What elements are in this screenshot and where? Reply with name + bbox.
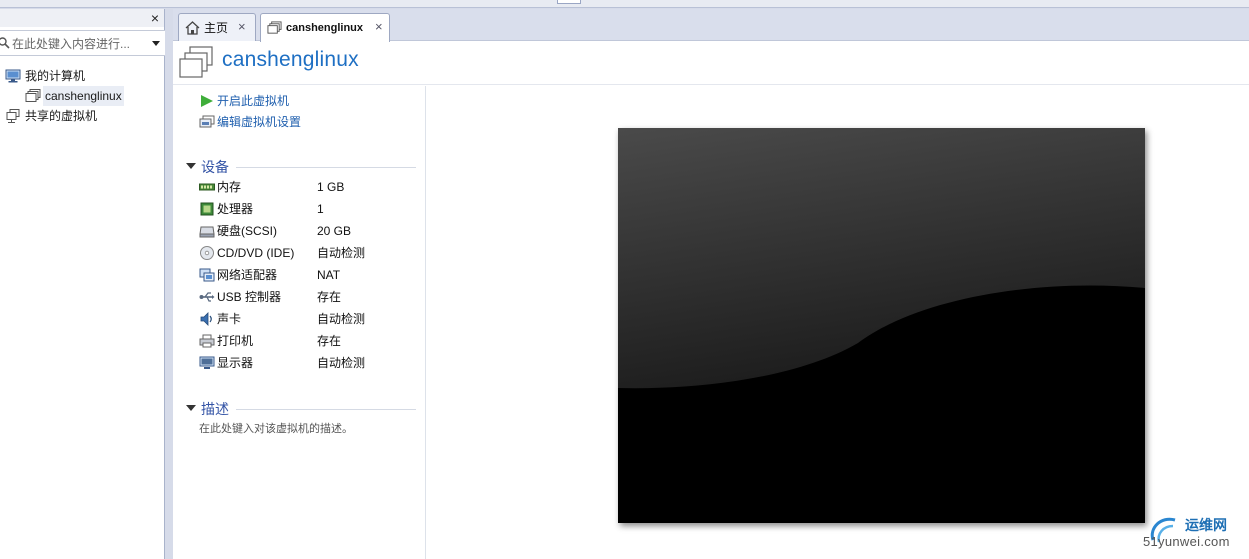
- description-placeholder[interactable]: 在此处键入对该虚拟机的描述。: [199, 420, 353, 436]
- vm-icon: [179, 46, 213, 78]
- device-name: 硬盘(SCSI): [217, 224, 278, 238]
- section-divider: [236, 167, 416, 168]
- vm-screen-preview[interactable]: [618, 128, 1145, 523]
- tab-label: canshenglinux: [286, 22, 364, 34]
- vm-icon: [267, 21, 282, 34]
- computer-icon: [5, 69, 21, 83]
- device-name: 显示器: [217, 356, 254, 370]
- device-name: USB 控制器: [217, 290, 282, 304]
- device-row-sound-card[interactable]: 声卡 自动检测: [199, 309, 419, 329]
- device-value: 1: [317, 202, 324, 216]
- device-row-usb-controller[interactable]: USB 控制器 存在: [199, 287, 419, 307]
- devices-section-header[interactable]: 设备: [184, 156, 416, 176]
- device-value: 1 GB: [317, 180, 345, 194]
- printer-icon: [199, 334, 215, 348]
- device-row-processor[interactable]: 处理器 1: [199, 199, 419, 219]
- tab-close-button[interactable]: ×: [375, 19, 383, 35]
- tab-close-button[interactable]: ×: [238, 19, 246, 35]
- tree-item-label: 共享的虚拟机: [25, 109, 98, 123]
- device-row-printer[interactable]: 打印机 存在: [199, 331, 419, 351]
- action-label: 开启此虚拟机: [217, 94, 290, 108]
- device-value: 自动检测: [317, 356, 366, 370]
- tree-item-my-computer[interactable]: 我的计算机: [0, 66, 165, 86]
- section-divider: [236, 409, 416, 410]
- library-search-box[interactable]: [0, 30, 165, 56]
- library-search-input[interactable]: [12, 34, 142, 53]
- device-name: 网络适配器: [217, 268, 278, 282]
- vm-header: canshenglinux: [173, 42, 1249, 85]
- device-name: 打印机: [217, 334, 254, 348]
- action-label: 编辑虚拟机设置: [217, 115, 302, 129]
- device-name: 内存: [217, 180, 242, 194]
- window-top-strip: [0, 0, 1249, 8]
- device-row-cd-dvd[interactable]: CD/DVD (IDE) 自动检测: [199, 243, 419, 263]
- tree-item-label: 我的计算机: [25, 69, 86, 83]
- tree-item-label: canshenglinux: [43, 86, 124, 106]
- home-icon: [185, 21, 200, 35]
- watermark-url: 51yunwei.com: [1143, 534, 1230, 549]
- device-value: 20 GB: [317, 224, 352, 238]
- device-value: 存在: [317, 290, 342, 304]
- library-close-button[interactable]: ×: [148, 9, 162, 27]
- library-header: ×: [0, 9, 164, 27]
- cd-dvd-icon: [200, 246, 214, 260]
- device-row-display[interactable]: 显示器 自动检测: [199, 353, 419, 373]
- main-area: 主页 × canshenglinux × canshenglinux 开启此虚拟…: [173, 9, 1249, 559]
- collapse-triangle-icon[interactable]: [186, 405, 196, 411]
- memory-icon: [199, 183, 215, 191]
- tab-vm[interactable]: canshenglinux ×: [260, 13, 390, 42]
- device-row-hard-disk[interactable]: 硬盘(SCSI) 20 GB: [199, 221, 419, 241]
- description-section-header[interactable]: 描述: [184, 398, 416, 418]
- chevron-down-icon[interactable]: [152, 41, 160, 46]
- network-adapter-icon: [199, 268, 215, 282]
- collapse-triangle-icon[interactable]: [186, 163, 196, 169]
- tree-item-shared-vms[interactable]: 共享的虚拟机: [0, 106, 165, 126]
- device-name: CD/DVD (IDE): [217, 246, 295, 260]
- harddisk-icon: [199, 226, 215, 238]
- watermark-text: 运维网: [1185, 517, 1227, 533]
- display-icon: [199, 356, 215, 369]
- device-row-network-adapter[interactable]: 网络适配器 NAT: [199, 265, 419, 285]
- device-name: 处理器: [217, 202, 254, 216]
- shared-vm-icon: [6, 109, 20, 123]
- section-title: 设备: [201, 159, 229, 175]
- play-icon: [201, 95, 213, 107]
- site-watermark: 运维网 51yunwei.com: [1143, 514, 1247, 556]
- library-panel: × 我的计算机 canshenglinux: [0, 9, 165, 559]
- vm-icon: [25, 89, 41, 102]
- device-row-memory[interactable]: 内存 1 GB: [199, 177, 419, 197]
- tree-item-vm[interactable]: canshenglinux: [0, 86, 165, 106]
- page-title: canshenglinux: [222, 48, 359, 71]
- cpu-icon: [200, 202, 214, 216]
- vm-details-column: 开启此虚拟机 编辑虚拟机设置 设备 内存 1 GB 处理器 1 硬盘(SCSI)…: [173, 86, 426, 559]
- splitter-grip[interactable]: [557, 0, 581, 4]
- tab-label: 主页: [204, 21, 229, 35]
- device-value: 自动检测: [317, 312, 366, 326]
- search-icon: [0, 37, 10, 49]
- tab-bar: 主页 × canshenglinux ×: [173, 9, 1249, 42]
- tab-home[interactable]: 主页 ×: [178, 13, 256, 41]
- device-name: 声卡: [217, 312, 242, 326]
- edit-settings-icon: [199, 115, 215, 128]
- section-title: 描述: [201, 401, 229, 417]
- usb-icon: [199, 292, 215, 302]
- device-value: NAT: [317, 268, 341, 282]
- device-value: 自动检测: [317, 246, 366, 260]
- library-tree: 我的计算机 canshenglinux 共享的虚拟机: [0, 66, 165, 126]
- sound-card-icon: [200, 312, 212, 326]
- device-value: 存在: [317, 334, 342, 348]
